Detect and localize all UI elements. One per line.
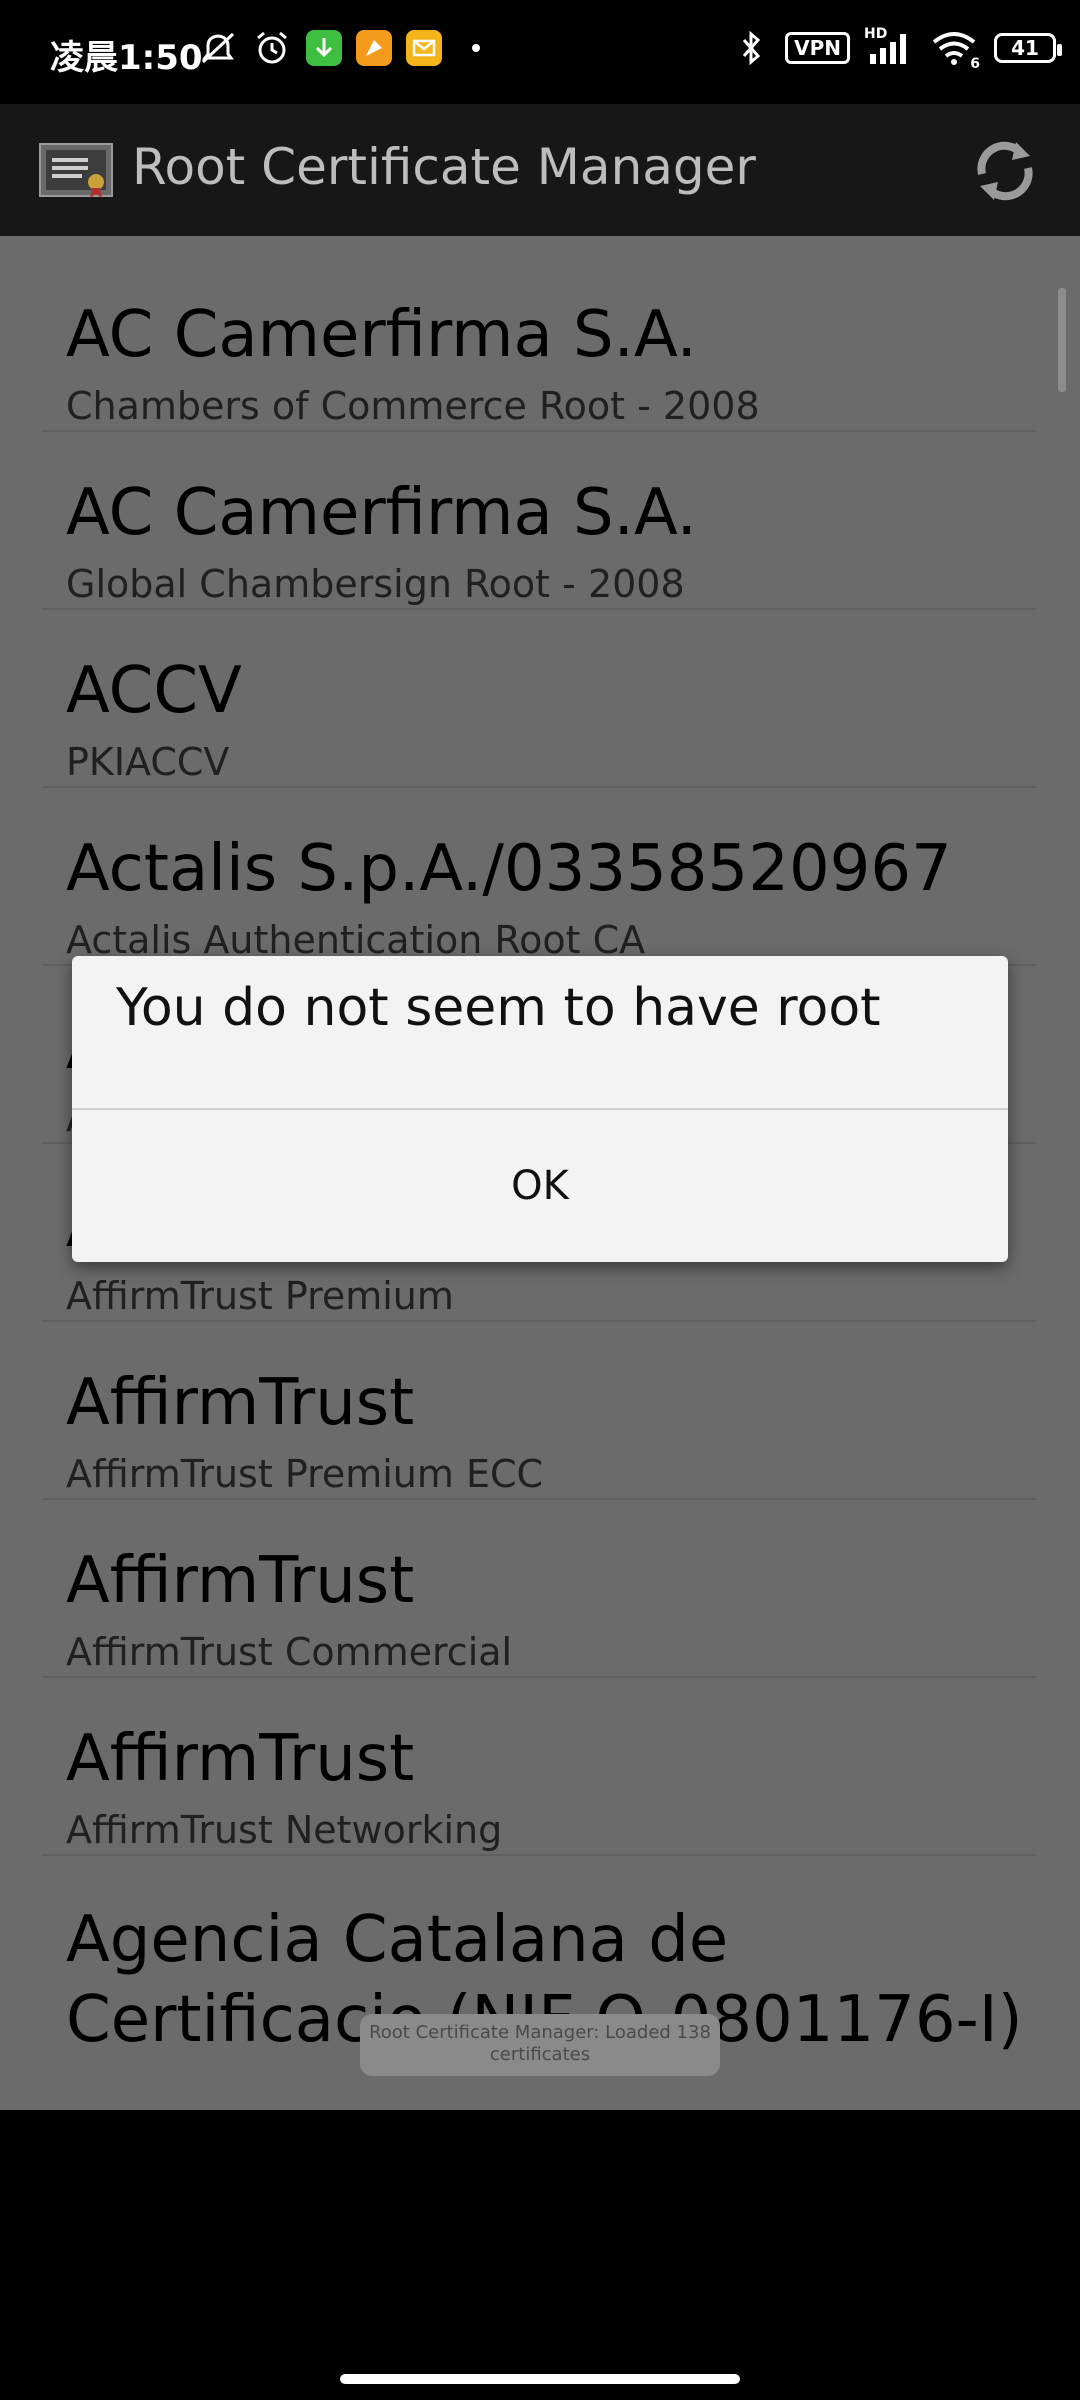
cert-name: Global Chambersign Root - 2008 [66, 562, 685, 606]
cert-name: AffirmTrust Premium [66, 1274, 454, 1318]
battery-icon: 41 [994, 33, 1062, 63]
navigation-bar [0, 2110, 1080, 2400]
certificate-app-icon [38, 140, 114, 200]
cert-org: Actalis S.p.A./03358520967 [66, 832, 952, 906]
refresh-button[interactable] [968, 134, 1042, 208]
list-item[interactable]: ACCV PKIACCV [42, 612, 1036, 788]
cert-org: AffirmTrust [66, 1544, 415, 1618]
vpn-badge: VPN [785, 32, 850, 64]
cert-org: AffirmTrust [66, 1722, 415, 1796]
list-item[interactable]: Actalis S.p.A./03358520967 Actalis Authe… [42, 790, 1036, 966]
alert-dialog: You do not seem to have root OK [72, 956, 1008, 1262]
cert-org: ACCV [66, 654, 242, 728]
mute-icon [198, 28, 238, 68]
list-item[interactable]: AffirmTrust AffirmTrust Commercial [42, 1502, 1036, 1678]
alarm-icon [252, 28, 292, 68]
signal-icon: HD [864, 26, 916, 68]
notification-dot [472, 44, 480, 52]
mail-app-icon [406, 30, 442, 66]
cert-org: AffirmTrust [66, 1366, 415, 1440]
orange-app-icon [356, 30, 392, 66]
cert-org: AC Camerfirma S.A. [66, 298, 697, 372]
cert-name: PKIACCV [66, 740, 230, 784]
wifi-icon: 6 [930, 28, 980, 72]
network-label: 6 [970, 56, 980, 72]
app-title: Root Certificate Manager [132, 138, 756, 196]
cert-name: AffirmTrust Networking [66, 1808, 503, 1852]
status-right-icons: VPN HD 6 41 [731, 26, 1062, 72]
download-app-icon [306, 30, 342, 66]
status-bar: 凌晨1:50 VPN HD 6 41 [0, 0, 1080, 104]
cert-name: AffirmTrust Commercial [66, 1630, 513, 1674]
list-item[interactable]: AffirmTrust AffirmTrust Networking [42, 1680, 1036, 1856]
app-bar: Root Certificate Manager [0, 104, 1080, 236]
list-item[interactable]: AC Camerfirma S.A. Chambers of Commerce … [42, 256, 1036, 432]
toast-message: Root Certificate Manager: Loaded 138 cer… [360, 2014, 720, 2076]
dialog-message: You do not seem to have root [116, 978, 881, 1038]
status-left-icons [198, 28, 480, 68]
scrollbar[interactable] [1058, 288, 1066, 392]
cert-org: AC Camerfirma S.A. [66, 476, 697, 550]
list-item[interactable]: AC Camerfirma S.A. Global Chambersign Ro… [42, 434, 1036, 610]
status-time: 凌晨1:50 [50, 38, 203, 78]
list-item[interactable]: AffirmTrust AffirmTrust Premium ECC [42, 1324, 1036, 1500]
hd-label: HD [864, 26, 888, 42]
ok-button[interactable]: OK [72, 1110, 1008, 1262]
home-indicator[interactable] [340, 2374, 740, 2384]
cert-name: Chambers of Commerce Root - 2008 [66, 384, 760, 428]
list-item[interactable]: Agencia Catalana de Certificacio (NIF Q-… [42, 1858, 1036, 2057]
refresh-icon [977, 141, 1033, 201]
bluetooth-icon [731, 28, 771, 68]
cert-name: AffirmTrust Premium ECC [66, 1452, 544, 1496]
